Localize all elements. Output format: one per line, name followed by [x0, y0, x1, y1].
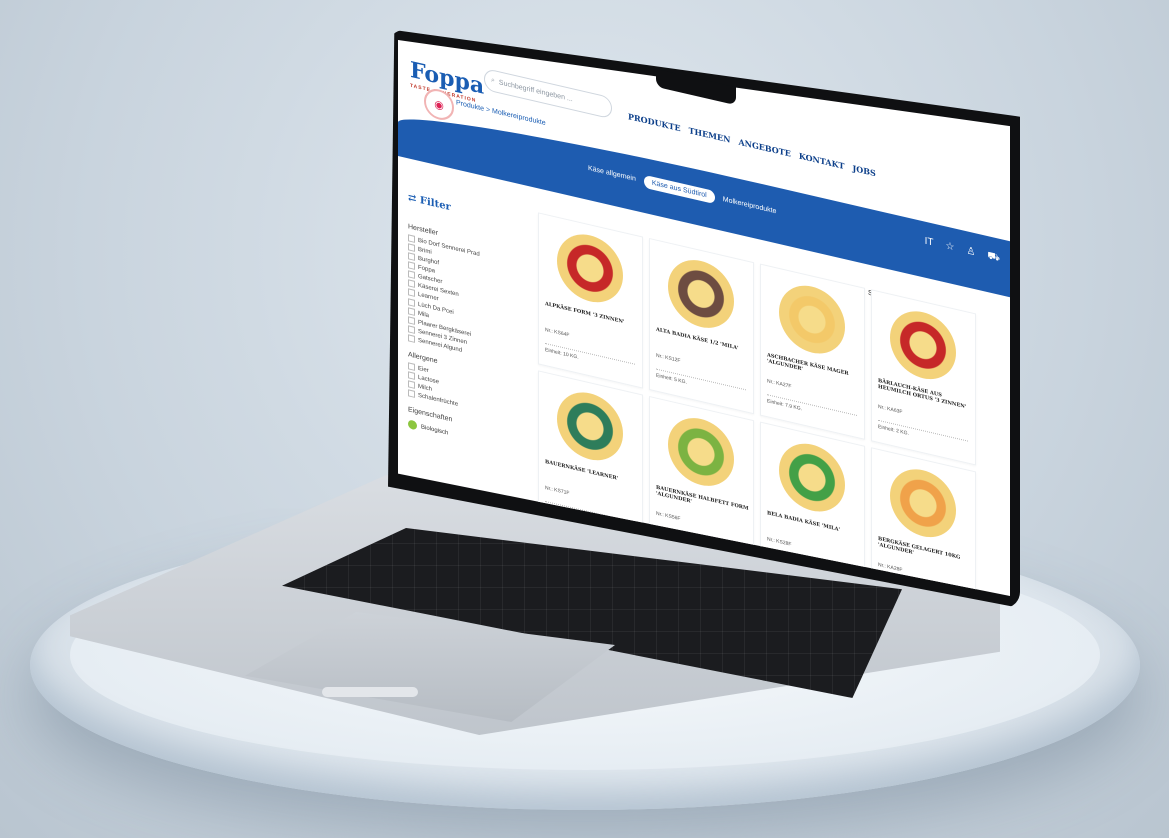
- user-icon[interactable]: ♙: [966, 245, 975, 260]
- cheese-image: [557, 385, 623, 467]
- search-icon: ⌕: [491, 76, 495, 85]
- product-number: Nr.: KS28F: [767, 536, 792, 548]
- nav-kontakt[interactable]: KONTAKT: [799, 151, 845, 172]
- product-card[interactable]: ALTA BADIA KÄSE 1/2 'MILA' Nr.: KS12F Einh…: [649, 237, 754, 415]
- cheese-image: [890, 462, 956, 544]
- product-name: BELA BADIA KÄSE 'MILA': [767, 510, 841, 534]
- product-name: BAUERNKÄSE 'LEARNER': [545, 458, 619, 482]
- product-number: Nr.: KS71F: [545, 484, 570, 497]
- leaf-icon: [408, 419, 417, 431]
- cheese-image: [557, 227, 623, 309]
- nav-produkte[interactable]: PRODUKTE: [628, 111, 681, 133]
- product-unit: Einheit: 7.9 KG.: [767, 394, 857, 425]
- product-unit: Einheit: 2 KG.: [878, 419, 968, 451]
- breadcrumb[interactable]: Produkte > Molkereiprodukte: [456, 99, 546, 127]
- cheese-image: [779, 278, 845, 361]
- nav-themen[interactable]: THEMEN: [689, 125, 731, 145]
- star-icon[interactable]: ☆: [945, 240, 954, 255]
- language-switch[interactable]: IT: [925, 236, 934, 251]
- product-unit: Einheit: 5 KG.: [656, 368, 746, 400]
- product-card[interactable]: ASCHBACHER KÄSE MAGER 'ALGUNDER' Nr.: KA2…: [760, 263, 865, 440]
- product-number: Nr.: KS64F: [545, 326, 570, 339]
- filter-title[interactable]: ⇄ Filter: [408, 192, 528, 231]
- filter-icon: ⇄: [408, 192, 420, 207]
- product-number: Nr.: KA63F: [878, 403, 903, 416]
- product-number: Nr.: KS12F: [656, 352, 681, 365]
- cheese-image: [668, 411, 734, 493]
- cheese-image: [890, 304, 956, 386]
- product-card[interactable]: ALPKÄSE FORM '3 ZINNEN' Nr.: KS64F Einheit…: [538, 212, 643, 389]
- nav-angebote[interactable]: ANGEBOTE: [738, 137, 790, 159]
- product-card[interactable]: BÄRLAUCH-KÄSE AUS HEUMILCH ORTUS '3 ZINN…: [871, 289, 976, 466]
- product-name: ALPKÄSE FORM '3 ZINNEN': [545, 300, 625, 326]
- product-number: Nr.: KA27F: [767, 378, 792, 390]
- filter-sidebar: ⇄ Filter Hersteller Bio Dorf Sennerei Pr…: [408, 192, 528, 456]
- product-number: Nr.: KS56F: [656, 510, 681, 523]
- cheese-image: [779, 436, 845, 519]
- product-name: ALTA BADIA KÄSE 1/2 'MILA': [656, 326, 739, 352]
- cart-icon[interactable]: ⛟: [987, 250, 1000, 266]
- laptop-front-notch: [322, 687, 418, 697]
- cheese-image: [668, 253, 734, 335]
- nav-jobs[interactable]: JOBS: [852, 163, 875, 178]
- product-unit: Einheit: 10 KG.: [545, 342, 635, 374]
